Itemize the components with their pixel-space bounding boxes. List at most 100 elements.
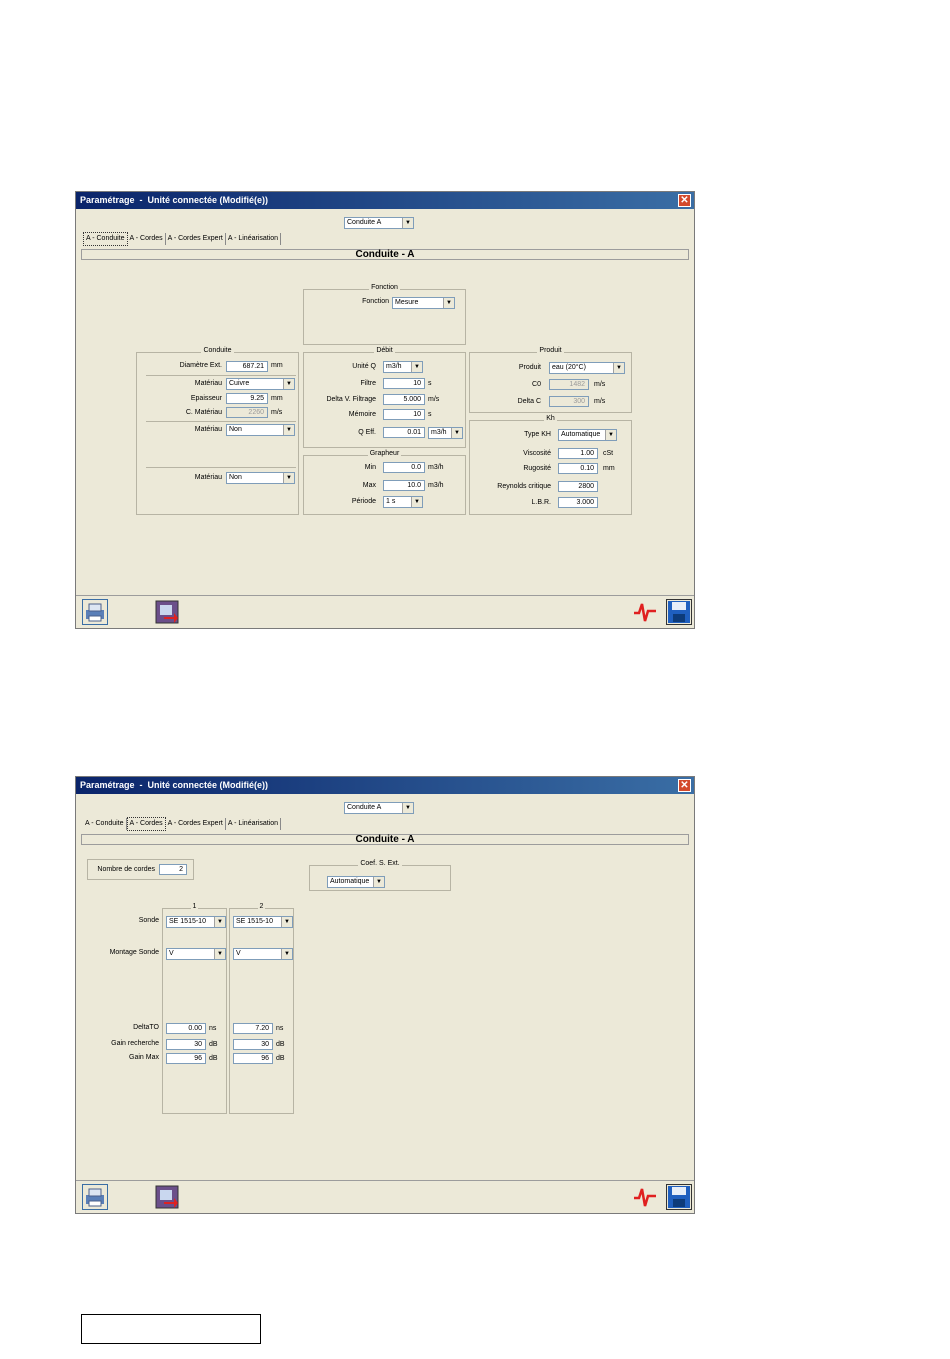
- viscosite-field[interactable]: 1.00: [558, 448, 598, 459]
- diametre-field[interactable]: 687.21: [226, 361, 268, 372]
- parametrage-window-cordes: Paramétrage - Unité connectée (Modifié(e…: [75, 776, 695, 1214]
- nb-cordes-field[interactable]: 2: [159, 864, 187, 875]
- close-button[interactable]: ✕: [678, 194, 691, 207]
- bottom-toolbar: [76, 595, 694, 628]
- conduit-select-value: Conduite A: [347, 219, 382, 226]
- tab-conduite[interactable]: A - Conduite: [83, 232, 128, 246]
- memoire-field[interactable]: 10: [383, 409, 425, 420]
- periode-select[interactable]: 1 s ▼: [383, 496, 423, 508]
- corde-2-gain-max-field[interactable]: 96: [233, 1053, 273, 1064]
- conduite-group: Conduite Diamètre Ext. 687.21 mm Matéria…: [136, 347, 299, 515]
- tab-linearisation[interactable]: A - Linéarisation: [226, 818, 282, 830]
- delta-v-field[interactable]: 5.000: [383, 394, 425, 405]
- corde-2-sonde-select[interactable]: SE 1515-10 ▼: [233, 916, 293, 928]
- chevron-down-icon: ▼: [281, 917, 292, 927]
- tab-cordes-expert[interactable]: A - Cordes Expert: [166, 818, 226, 830]
- materiau2-select[interactable]: Non ▼: [226, 424, 295, 436]
- corde-2-montage-select[interactable]: V ▼: [233, 948, 293, 960]
- type-kh-select[interactable]: Automatique ▼: [558, 429, 617, 441]
- min-field[interactable]: 0.0: [383, 462, 425, 473]
- printer-icon[interactable]: [82, 1184, 108, 1210]
- unite-q-select-value: m3/h: [386, 363, 402, 370]
- coef-s-ext-group: Coef. S. Ext. Automatique ▼: [309, 860, 451, 891]
- tab-cordes[interactable]: A - Cordes: [128, 233, 166, 245]
- memoire-label: Mémoire: [348, 411, 376, 418]
- exit-icon[interactable]: [154, 1184, 180, 1210]
- epaisseur-unit: mm: [271, 395, 283, 402]
- reynolds-field[interactable]: 2800: [558, 481, 598, 492]
- conduit-select[interactable]: Conduite A ▼: [344, 802, 414, 814]
- unite-q-select[interactable]: m3/h ▼: [383, 361, 423, 373]
- close-button[interactable]: ✕: [678, 779, 691, 792]
- epaisseur-field[interactable]: 9.25: [226, 393, 268, 404]
- fonction-label: Fonction: [362, 298, 389, 305]
- chevron-down-icon: ▼: [281, 949, 292, 959]
- nb-cordes-group: Nombre de cordes 2: [87, 859, 194, 880]
- filtre-field[interactable]: 10: [383, 378, 425, 389]
- max-field[interactable]: 10.0: [383, 480, 425, 491]
- conduite-group-title: Conduite: [201, 347, 234, 354]
- sonde-row-label: Sonde: [138, 917, 159, 924]
- materiau3-select[interactable]: Non ▼: [226, 472, 295, 484]
- max-unit: m3/h: [428, 482, 444, 489]
- materiau1-select[interactable]: Cuivre ▼: [226, 378, 295, 390]
- tab-strip: A - Conduite A - Cordes A - Cordes Expert A…: [83, 817, 282, 831]
- graph-icon[interactable]: [632, 599, 658, 625]
- corde-1-montage-select[interactable]: V ▼: [166, 948, 226, 960]
- chevron-down-icon: ▼: [402, 803, 413, 813]
- exit-icon[interactable]: [154, 599, 180, 625]
- corde-2-deltato-unit: ns: [276, 1025, 284, 1032]
- tab-linearisation[interactable]: A - Linéarisation: [226, 233, 282, 245]
- empty-frame: [81, 1314, 261, 1344]
- diametre-unit: mm: [271, 362, 283, 369]
- type-kh-select-value: Automatique: [561, 431, 601, 438]
- chevron-down-icon: ▼: [283, 379, 294, 389]
- corde-2-gain-recherche-field[interactable]: 30: [233, 1039, 273, 1050]
- q-eff-unit-select[interactable]: m3/h ▼: [428, 427, 463, 439]
- gain-max-row-label: Gain Max: [129, 1054, 159, 1061]
- fonction-select-value: Mesure: [395, 299, 419, 306]
- periode-label: Période: [351, 498, 376, 505]
- q-eff-field[interactable]: 0.01: [383, 427, 425, 438]
- deltato-row-label: DeltaTO: [133, 1024, 159, 1031]
- save-icon[interactable]: [666, 1184, 692, 1210]
- divider: [146, 375, 296, 376]
- conduit-select[interactable]: Conduite A ▼: [344, 217, 414, 229]
- max-label: Max: [362, 482, 376, 489]
- corde-1-gain-recherche-field[interactable]: 30: [166, 1039, 206, 1050]
- graph-icon[interactable]: [632, 1184, 658, 1210]
- tab-conduite[interactable]: A - Conduite: [83, 818, 127, 830]
- tab-cordes[interactable]: A - Cordes: [126, 817, 166, 831]
- title-bar: Paramétrage - Unité connectée (Modifié(e…: [76, 777, 694, 794]
- materiau1-select-value: Cuivre: [229, 380, 250, 387]
- chevron-down-icon: ▼: [443, 298, 454, 308]
- corde-1-gain-max-field[interactable]: 96: [166, 1053, 206, 1064]
- rugosite-field[interactable]: 0.10: [558, 463, 598, 474]
- lbr-field[interactable]: 3.000: [558, 497, 598, 508]
- corde-2-column: 2 SE 1515-10 ▼ V ▼ 7.20 ns 30 dB 96 dB: [229, 903, 294, 1114]
- corde-2-deltato-field[interactable]: 7.20: [233, 1023, 273, 1034]
- chevron-down-icon: ▼: [411, 362, 422, 372]
- debit-group: Débit Unité Q m3/h ▼ Filtre 10 s Delta V.…: [303, 347, 466, 448]
- produit-select[interactable]: eau (20°C) ▼: [549, 362, 625, 374]
- save-icon[interactable]: [666, 599, 692, 625]
- chevron-down-icon: ▼: [283, 425, 294, 435]
- printer-icon[interactable]: [82, 599, 108, 625]
- c0-field: 1482: [549, 379, 589, 390]
- materiau1-label: Matériau: [194, 380, 222, 387]
- corde-1-deltato-field[interactable]: 0.00: [166, 1023, 206, 1034]
- materiau3-label: Matériau: [194, 474, 222, 481]
- viscosite-unit: cSt: [603, 450, 614, 457]
- materiau2-label: Matériau: [194, 426, 222, 433]
- delta-c-unit: m/s: [594, 398, 606, 405]
- rugosite-label: Rugosité: [523, 465, 551, 472]
- tab-cordes-expert[interactable]: A - Cordes Expert: [166, 233, 226, 245]
- grapheur-group-title: Grapheur: [367, 450, 402, 457]
- corde-1-sonde-select[interactable]: SE 1515-10 ▼: [166, 916, 226, 928]
- title-bar: Paramétrage - Unité connectée (Modifié(e…: [76, 192, 694, 209]
- delta-v-unit: m/s: [428, 396, 440, 403]
- divider: [146, 421, 296, 422]
- lbr-label: L.B.R.: [531, 499, 551, 506]
- coef-s-ext-select[interactable]: Automatique ▼: [327, 876, 385, 888]
- fonction-select[interactable]: Mesure ▼: [392, 297, 455, 309]
